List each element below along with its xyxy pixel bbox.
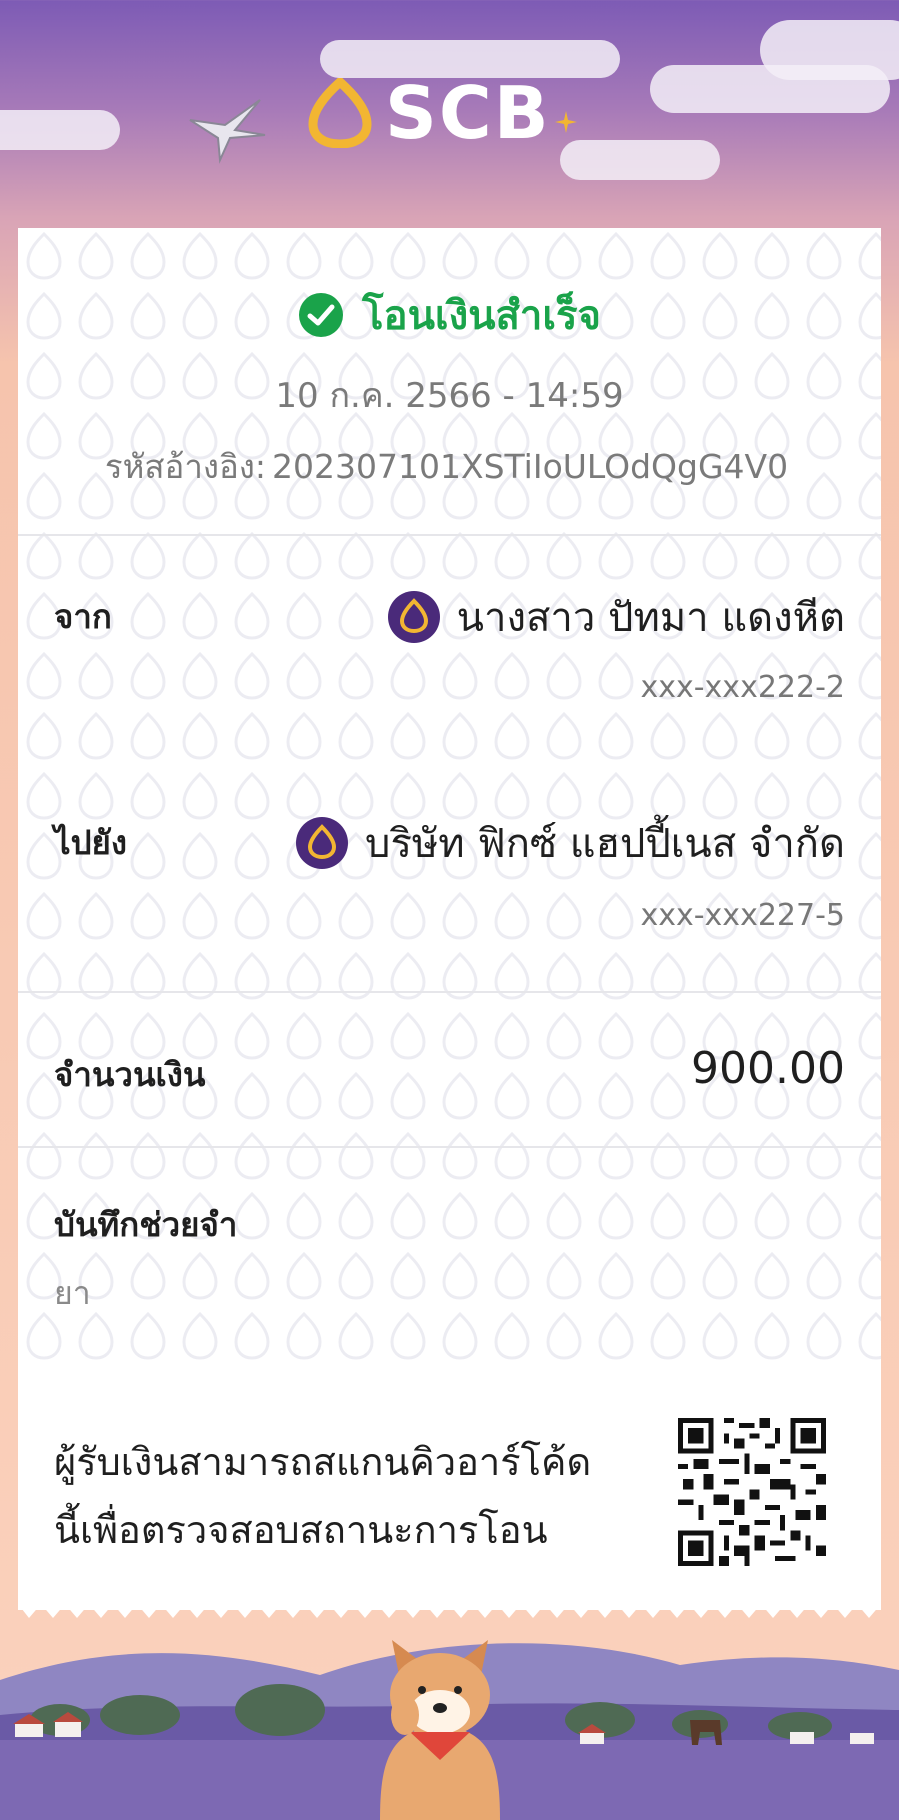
reference-value: 202307101XSTiIoULOdQgG4V0 — [272, 447, 789, 486]
status-row: โอนเงินสำเร็จ — [18, 283, 881, 347]
scb-logo-mark-icon — [308, 77, 372, 148]
cloud — [0, 110, 120, 150]
reference-label: รหัสอ้างอิง: — [104, 447, 267, 486]
qr-description: ผู้รับเงินสามารถสแกนคิวอาร์โค้ด นี้เพื่อ… — [54, 1428, 654, 1564]
header-sky: SCB — [0, 0, 899, 235]
receipt-card: โอนเงินสำเร็จ 10 ก.ค. 2566 - 14:59 รหัสอ… — [18, 228, 881, 1610]
scb-logo: SCB — [305, 75, 577, 150]
scb-logo-text: SCB — [385, 70, 551, 155]
memo-label: บันทึกช่วยจำ — [54, 1205, 238, 1244]
divider — [18, 1146, 881, 1148]
to-account: xxx-xxx227-5 — [640, 898, 845, 933]
from-label: จาก — [54, 597, 112, 636]
qr-code[interactable] — [678, 1418, 826, 1566]
from-name: นางสาว ปัทมา แดงหีต — [456, 595, 845, 641]
bird-icon — [189, 99, 266, 164]
divider — [18, 991, 881, 993]
scb-bank-icon — [387, 591, 440, 643]
cloud — [760, 20, 899, 80]
amount-label: จำนวนเงิน — [54, 1055, 206, 1094]
reference-line: รหัสอ้างอิง: 202307101XSTiIoULOdQgG4V0 — [18, 440, 881, 493]
scb-bank-icon — [296, 817, 349, 869]
qr-text-line2: นี้เพื่อตรวจสอบสถานะการโอน — [54, 1508, 548, 1552]
transaction-datetime: 10 ก.ค. 2566 - 14:59 — [275, 376, 624, 416]
from-name-row: นางสาว ปัทมา แดงหีต — [387, 585, 845, 649]
cloud — [560, 140, 720, 180]
sparkle-icon — [554, 110, 577, 133]
to-name-row: บริษัท ฟิกซ์ แฮปปี้เนส จำกัด — [295, 811, 845, 875]
from-account: xxx-xxx222-2 — [640, 670, 845, 705]
divider — [18, 534, 881, 536]
memo-value: ยา — [54, 1274, 91, 1312]
check-circle-icon — [299, 293, 344, 337]
transfer-status: โอนเงินสำเร็จ — [362, 293, 601, 339]
lavender-field-illustration — [0, 1640, 899, 1820]
amount-value: 900.00 — [691, 1043, 845, 1094]
to-name: บริษัท ฟิกซ์ แฮปปี้เนส จำกัด — [365, 821, 845, 867]
qr-text-line1: ผู้รับเงินสามารถสแกนคิวอาร์โค้ด — [54, 1440, 592, 1484]
to-label: ไปยัง — [54, 823, 127, 862]
